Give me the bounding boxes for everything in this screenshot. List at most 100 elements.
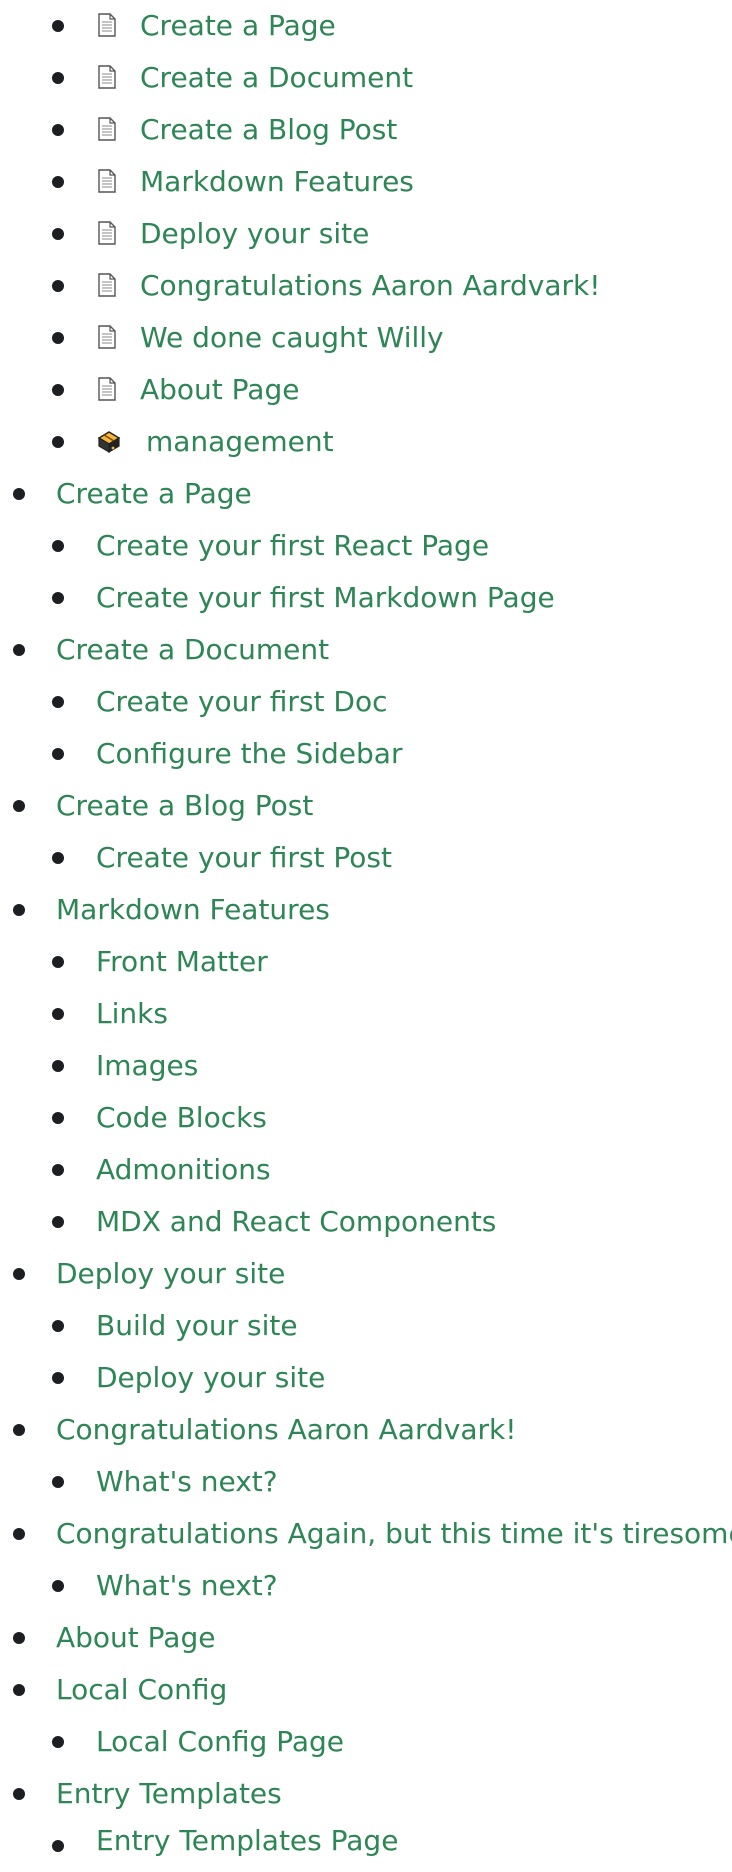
list-item: What's next? [0,1560,732,1612]
sub-link[interactable]: Deploy your site [96,1361,325,1395]
bullet [13,1424,25,1436]
list-item: MDX and React Components [0,1196,732,1248]
page-icon [98,325,116,349]
section-link[interactable]: About Page [56,1621,215,1655]
nav-link[interactable]: Create a Blog Post [140,113,397,147]
bullet [52,1580,64,1592]
bullet [13,1632,25,1644]
section-link[interactable]: Create a Document [56,633,329,667]
list-item: Configure the Sidebar [0,728,732,780]
sub-link[interactable]: What's next? [96,1465,278,1499]
list-item: Congratulations Aaron Aardvark! [0,260,732,312]
section-item: Local Config [0,1664,732,1716]
sub-link[interactable]: Create your first React Page [96,529,489,563]
sub-link[interactable]: Create your first Post [96,841,392,875]
bullet [52,1320,64,1332]
sub-link[interactable]: Local Config Page [96,1725,344,1759]
bullet [52,1164,64,1176]
sub-link[interactable]: Images [96,1049,198,1083]
list-item: Create your first React Page [0,520,732,572]
page-icon [98,169,116,193]
list-item: Images [0,1040,732,1092]
list-item: Create a Document [0,52,732,104]
bullet [52,384,64,396]
section-link[interactable]: Create a Blog Post [56,789,313,823]
list-item: Links [0,988,732,1040]
bullet [52,1216,64,1228]
section-link[interactable]: Markdown Features [56,893,330,927]
nav-link[interactable]: Create a Document [140,61,413,95]
nav-link[interactable]: We done caught Willy [140,321,444,355]
list-item: Local Config Page [0,1716,732,1768]
bullet [52,696,64,708]
section-item: Deploy your site [0,1248,732,1300]
section-item: Markdown Features [0,884,732,936]
list-item: management [0,416,732,468]
nav-link[interactable]: Markdown Features [140,165,414,199]
list-item: Create your first Doc [0,676,732,728]
list-item: Admonitions [0,1144,732,1196]
section-item: About Page [0,1612,732,1664]
bullet [52,20,64,32]
bullet [52,1112,64,1124]
section-link[interactable]: Congratulations Aaron Aardvark! [56,1413,516,1447]
sub-link[interactable]: Front Matter [96,945,268,979]
list-item: About Page [0,364,732,416]
nav-link[interactable]: Congratulations Aaron Aardvark! [140,269,600,303]
bullet [52,1736,64,1748]
section-link[interactable]: Congratulations Again, but this time it'… [56,1517,732,1551]
section-item: Create a Page [0,468,732,520]
bullet [52,748,64,760]
bullet [13,904,25,916]
nav-link[interactable]: Deploy your site [140,217,369,251]
bullet [52,540,64,552]
bullet [13,1268,25,1280]
section-link[interactable]: Local Config [56,1673,227,1707]
list-item: We done caught Willy [0,312,732,364]
sub-link[interactable]: Links [96,997,168,1031]
list-item: Markdown Features [0,156,732,208]
bullet [52,332,64,344]
list-item: Deploy your site [0,1352,732,1404]
sub-link[interactable]: Code Blocks [96,1101,267,1135]
section-item: Create a Document [0,624,732,676]
sub-link[interactable]: What's next? [96,1569,278,1603]
sub-link[interactable]: Entry Templates Page [96,1824,398,1858]
bullet [52,280,64,292]
section-link[interactable]: Entry Templates [56,1777,282,1811]
bullet [52,1476,64,1488]
bullet [52,228,64,240]
bullet [52,1008,64,1020]
section-link[interactable]: Deploy your site [56,1257,285,1291]
sub-link[interactable]: Admonitions [96,1153,271,1187]
package-icon [97,431,121,454]
sub-link[interactable]: Create your first Doc [96,685,388,719]
bullet [52,1840,64,1852]
section-item: Congratulations Aaron Aardvark! [0,1404,732,1456]
bullet [13,1684,25,1696]
nav-link[interactable]: management [146,425,334,459]
bullet [52,852,64,864]
page-icon [98,13,116,37]
page-icon [98,273,116,297]
page-icon [98,65,116,89]
bullet [13,644,25,656]
sub-link[interactable]: Configure the Sidebar [96,737,402,771]
list-item: Create your first Post [0,832,732,884]
section-item: Create a Blog Post [0,780,732,832]
bullet [13,1528,25,1540]
nav-link[interactable]: About Page [140,373,299,407]
list-item: Front Matter [0,936,732,988]
list-item: Create a Blog Post [0,104,732,156]
bullet [52,72,64,84]
list-item: Deploy your site [0,208,732,260]
sub-link[interactable]: Build your site [96,1309,298,1343]
nav-link[interactable]: Create a Page [140,9,336,43]
bullet [52,1372,64,1384]
bullet [52,592,64,604]
page-icon [98,117,116,141]
sub-link[interactable]: Create your first Markdown Page [96,581,555,615]
bullet [52,124,64,136]
sub-link[interactable]: MDX and React Components [96,1205,496,1239]
section-link[interactable]: Create a Page [56,477,252,511]
